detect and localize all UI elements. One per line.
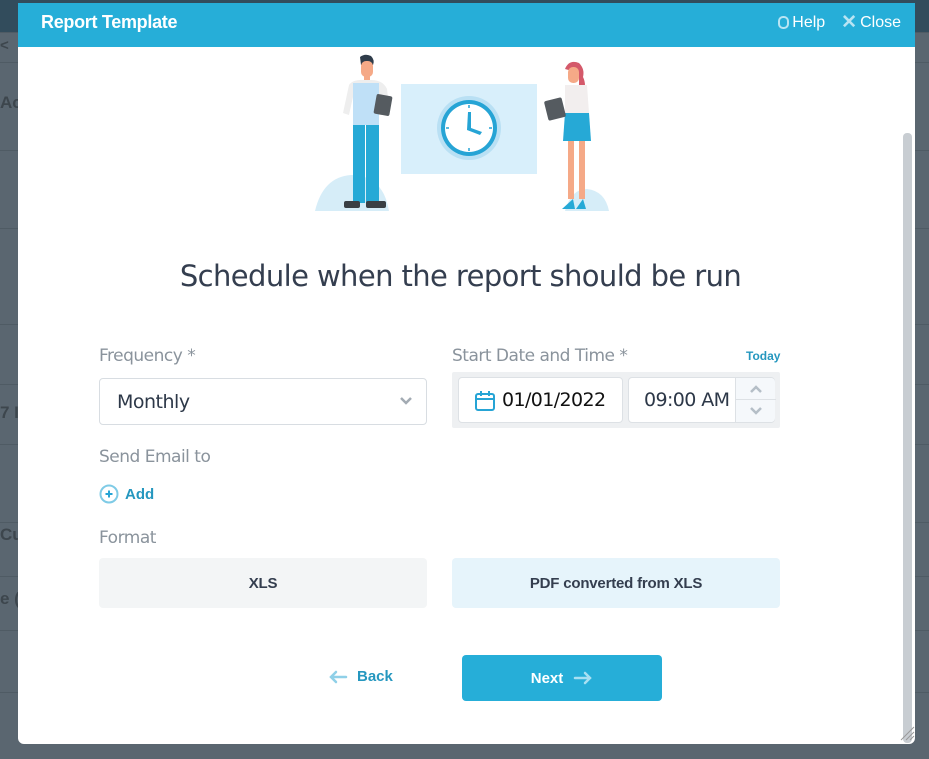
start-time-value: 09:00 AM xyxy=(644,389,730,411)
next-button[interactable]: Next xyxy=(462,655,662,701)
start-date-label: Start Date and Time * xyxy=(452,346,628,366)
clock-icon xyxy=(437,96,501,160)
next-label: Next xyxy=(530,669,564,687)
add-email-button[interactable]: Add xyxy=(99,484,154,504)
resize-grip-icon[interactable] xyxy=(899,725,915,741)
vertical-scrollbar[interactable] xyxy=(903,133,912,743)
format-label: Format xyxy=(99,528,156,548)
help-button[interactable]: Help xyxy=(778,14,825,32)
background-row-text: 7 I xyxy=(0,403,19,422)
close-button[interactable]: ✕ Close xyxy=(841,13,901,32)
schedule-illustration xyxy=(315,54,609,211)
back-button[interactable]: Back xyxy=(328,668,393,685)
start-time-input[interactable]: 09:00 AM xyxy=(628,377,776,423)
send-email-label: Send Email to xyxy=(99,447,211,467)
start-date-input[interactable]: 01/01/2022 xyxy=(458,377,623,423)
help-icon xyxy=(778,16,790,29)
start-datetime-group: 01/01/2022 09:00 AM xyxy=(452,372,780,428)
format-option-xls[interactable]: XLS xyxy=(99,558,427,608)
frequency-value: Monthly xyxy=(117,391,190,413)
add-email-label: Add xyxy=(125,485,155,503)
start-date-value: 01/01/2022 xyxy=(502,389,606,411)
page-heading: Schedule when the report should be run xyxy=(179,259,742,293)
plus-circle-icon xyxy=(99,484,119,504)
time-spinner xyxy=(735,378,776,422)
chevron-down-icon xyxy=(400,397,412,405)
chevron-down-icon xyxy=(750,407,762,415)
modal-title: Report Template xyxy=(41,12,178,32)
woman-figure xyxy=(544,61,591,209)
arrow-right-icon xyxy=(574,671,593,685)
calendar-icon xyxy=(475,391,495,411)
chevron-up-icon xyxy=(750,384,762,393)
format-option-pdf[interactable]: PDF converted from XLS xyxy=(452,558,780,608)
back-label: Back xyxy=(357,668,393,685)
close-icon: ✕ xyxy=(841,12,858,33)
frequency-label: Frequency * xyxy=(99,346,196,366)
time-decrement-button[interactable] xyxy=(736,400,776,422)
background-row-text: < xyxy=(0,37,9,54)
arrow-left-icon xyxy=(329,670,348,683)
frequency-select[interactable]: Monthly xyxy=(99,378,427,425)
header-actions: Help ✕ Close xyxy=(778,13,901,32)
modal-header: Report Template Help ✕ Close xyxy=(18,3,915,47)
time-increment-button[interactable] xyxy=(736,378,776,400)
modal-body: Schedule when the report should be run F… xyxy=(18,47,915,744)
help-label: Help xyxy=(792,13,826,31)
report-template-modal: Report Template Help ✕ Close Schedule wh… xyxy=(18,3,915,744)
close-label: Close xyxy=(860,13,901,31)
today-link[interactable]: Today xyxy=(746,349,780,363)
